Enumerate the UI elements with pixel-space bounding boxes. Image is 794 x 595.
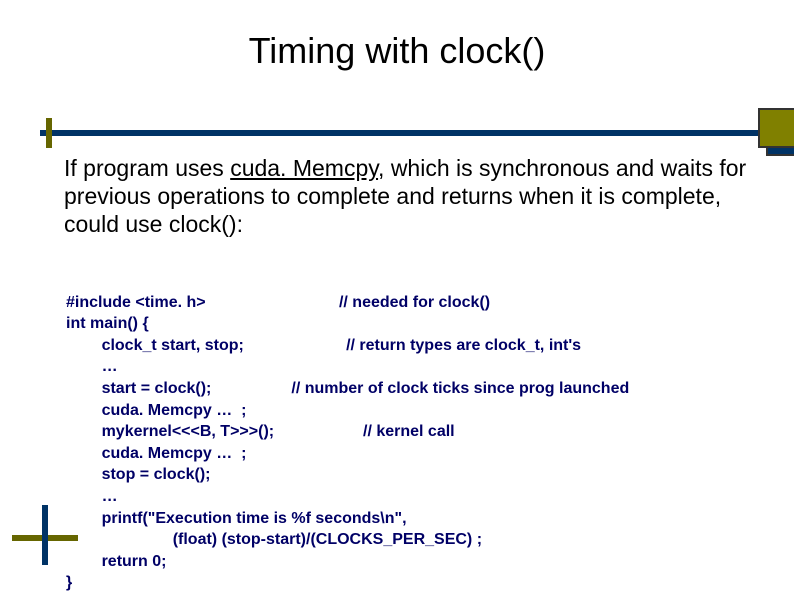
code-line: } xyxy=(66,574,72,591)
footer-cross-icon xyxy=(12,505,92,565)
code-line: cuda. Memcpy … ; xyxy=(66,445,246,462)
code-line: … xyxy=(66,488,118,505)
code-line: printf("Execution time is %f seconds\n", xyxy=(66,510,407,527)
title-divider-bar xyxy=(40,130,770,136)
slide-title: Timing with clock() xyxy=(0,30,794,72)
intro-paragraph: If program uses cuda. Memcpy, which is s… xyxy=(64,154,754,238)
code-line: stop = clock(); xyxy=(66,466,210,483)
code-line: start = clock(); // number of clock tick… xyxy=(66,380,629,397)
intro-underlined: cuda. Memcpy xyxy=(230,155,378,181)
code-line: … xyxy=(66,358,118,375)
title-divider-square xyxy=(760,110,794,146)
code-line: int main() { xyxy=(66,315,149,332)
code-block: #include <time. h> // needed for clock()… xyxy=(66,270,786,594)
title-divider-tick xyxy=(46,118,52,148)
footer-cross-v xyxy=(42,505,48,565)
code-line: clock_t start, stop; // return types are… xyxy=(66,337,581,354)
code-line: (float) (stop-start)/(CLOCKS_PER_SEC) ; xyxy=(66,531,482,548)
code-line: mykernel<<<B, T>>>(); // kernel call xyxy=(66,423,455,440)
intro-pre: If program uses xyxy=(64,155,230,181)
code-line: #include <time. h> // needed for clock() xyxy=(66,294,490,311)
slide-title-wrap: Timing with clock() xyxy=(0,30,794,72)
code-line: cuda. Memcpy … ; xyxy=(66,402,246,419)
